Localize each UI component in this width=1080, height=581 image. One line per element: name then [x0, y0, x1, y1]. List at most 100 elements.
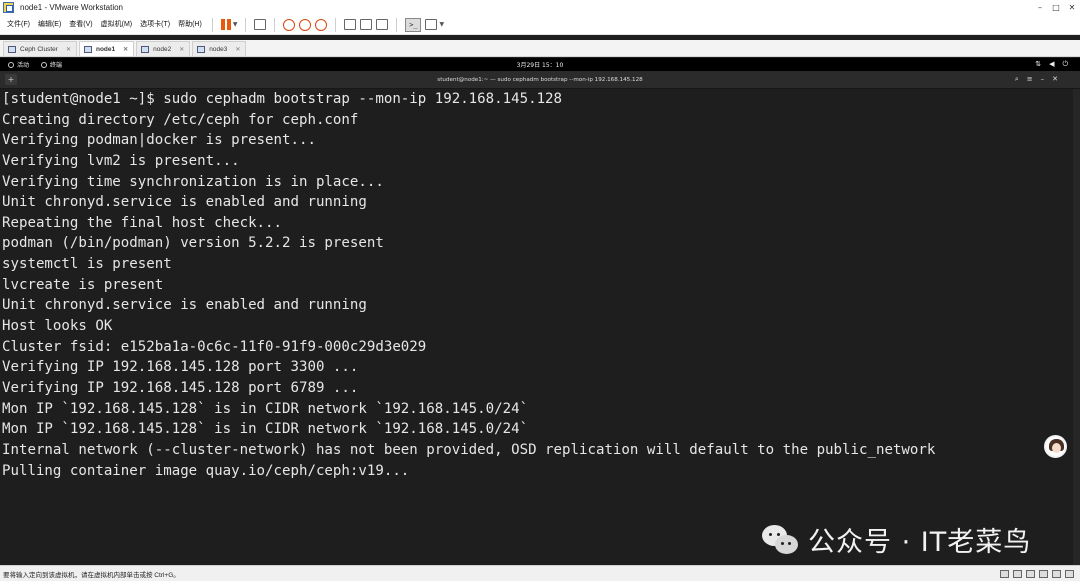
vm-icon [197, 45, 206, 53]
terminal-line: Unit chronyd.service is enabled and runn… [2, 194, 367, 211]
display-icon[interactable] [1065, 569, 1074, 578]
watermark-text: 公众号 · IT老菜鸟 [808, 527, 1032, 558]
clock[interactable]: 3月29日 15：10 [0, 60, 1080, 69]
activities-icon [8, 61, 14, 68]
terminal-app-icon [41, 61, 48, 68]
menu-edit[interactable]: 编辑(E) [34, 15, 65, 35]
terminal-close-button[interactable]: ✕ [1052, 75, 1058, 84]
vmware-app-icon [3, 2, 14, 13]
tabs-view-button[interactable] [376, 17, 389, 33]
volume-icon[interactable]: ◀ [1049, 60, 1054, 69]
menu-view[interactable]: 查看(V) [65, 15, 96, 35]
menu-icon[interactable]: ≡ [1027, 75, 1033, 84]
gnome-top-bar: 活动 终端 3月29日 15：10 ⇅ ◀ ⏻ [0, 58, 1080, 71]
snapshot-icon [283, 18, 296, 31]
menu-help[interactable]: 帮助(H) [174, 15, 206, 35]
wechat-watermark: 公众号 · IT老菜鸟 [762, 520, 1031, 559]
vm-tab-bar: Ceph Cluster ✕ node1 ✕ node2 ✕ node3 ✕ [0, 40, 1080, 57]
terminal-line: [student@node1 ~]$ sudo cephadm bootstra… [2, 91, 563, 107]
snapshot-button[interactable] [283, 17, 296, 33]
activities-label: 活动 [17, 62, 30, 69]
menu-bar: 文件(F) 编辑(E) 查看(V) 虚拟机(M) 选项卡(T) 帮助(H) ▼ … [0, 15, 1080, 35]
thumbnail-view-button[interactable] [360, 17, 373, 33]
revert-snapshot-icon [299, 18, 312, 31]
terminal-line: lvcreate is present [2, 276, 164, 293]
tab-label: node2 [153, 45, 172, 53]
search-icon[interactable]: ⌕ [1015, 75, 1019, 84]
snapshot-manager-button[interactable] [315, 17, 328, 33]
menu-tabs[interactable]: 选项卡(T) [136, 15, 174, 35]
tab-label: node1 [95, 45, 116, 53]
app-menu[interactable]: 终端 [41, 60, 62, 69]
wechat-icon [762, 523, 800, 557]
terminal-icon: >_ [405, 17, 422, 32]
terminal-headerbar: + student@node1:~ — sudo cephadm bootstr… [0, 71, 1080, 89]
send-ctrl-alt-del-button[interactable] [254, 17, 267, 33]
terminal-line: Verifying podman|docker is present... [2, 132, 316, 149]
terminal-line: Verifying IP 192.168.145.128 port 3300 .… [2, 359, 359, 376]
close-button[interactable]: ✕ [1064, 0, 1080, 15]
keyboard-icon [254, 19, 267, 30]
terminal-scrollbar[interactable] [1073, 89, 1080, 565]
app-menu-label: 终端 [50, 62, 63, 69]
thumbnail-icon [360, 19, 373, 30]
terminal-line: Unit chronyd.service is enabled and runn… [2, 297, 367, 314]
fullscreen-button[interactable]: ▼ [425, 17, 444, 33]
floating-avatar[interactable] [1044, 435, 1067, 458]
tab-label: Ceph Cluster [20, 45, 58, 53]
cdrom-icon[interactable] [1013, 569, 1022, 578]
toolbar-separator [396, 17, 398, 32]
terminal-line: Repeating the final host check... [2, 214, 283, 231]
window-controls: – □ ✕ [1032, 0, 1080, 15]
hdd-icon[interactable] [1000, 569, 1009, 578]
terminal-line: Pulling container image quay.io/ceph/cep… [2, 462, 410, 479]
terminal-line: Verifying IP 192.168.145.128 port 6789 .… [2, 379, 359, 396]
terminal-line: Internal network (--cluster-network) has… [2, 441, 936, 458]
terminal-minimize-button[interactable]: – [1041, 75, 1045, 84]
terminal-line: Creating directory /etc/ceph for ceph.co… [2, 111, 359, 128]
status-bar: 要将输入定向到该虚拟机，请在虚拟机内部单击或按 Ctrl+G。 [0, 565, 1080, 581]
maximize-button[interactable]: □ [1048, 0, 1064, 15]
toolbar-separator [274, 17, 276, 32]
close-icon[interactable]: ✕ [123, 46, 128, 53]
toolbar-separator [335, 17, 337, 32]
console-view-button[interactable]: >_ [405, 17, 422, 33]
toolbar-separator [245, 17, 247, 32]
suspend-button[interactable]: ▼ [220, 17, 237, 33]
activities-button[interactable]: 活动 [8, 60, 29, 69]
network-adapter-icon[interactable] [1026, 569, 1035, 578]
terminal-line: Mon IP `192.168.145.128` is in CIDR netw… [2, 400, 529, 417]
vm-icon [83, 45, 92, 53]
close-icon[interactable]: ✕ [66, 46, 71, 53]
avatar-face [1052, 443, 1061, 453]
close-icon[interactable]: ✕ [179, 46, 184, 53]
tab-node3[interactable]: node3 ✕ [192, 41, 247, 56]
network-icon[interactable]: ⇅ [1035, 60, 1041, 69]
tabs-icon [376, 19, 389, 30]
menu-file[interactable]: 文件(F) [0, 15, 34, 35]
toolbar-separator [211, 17, 213, 32]
vm-group-icon [8, 45, 16, 53]
minimize-button[interactable]: – [1032, 0, 1048, 15]
tab-node2[interactable]: node2 ✕ [136, 41, 191, 56]
new-tab-button[interactable]: + [5, 74, 17, 85]
pause-icon [220, 19, 231, 30]
tab-node1[interactable]: node1 ✕ [78, 41, 135, 56]
tab-ceph-cluster[interactable]: Ceph Cluster ✕ [3, 41, 77, 56]
power-icon[interactable]: ⏻ [1062, 60, 1068, 69]
vm-icon [141, 45, 150, 53]
library-view-button[interactable] [344, 17, 357, 33]
terminal-line: systemctl is present [2, 256, 172, 273]
menu-vm[interactable]: 虚拟机(M) [97, 15, 137, 35]
revert-snapshot-button[interactable] [299, 17, 312, 33]
snapshot-manager-icon [315, 18, 328, 31]
terminal-title: student@node1:~ — sudo cephadm bootstrap… [437, 76, 643, 83]
chevron-down-icon: ▼ [439, 21, 445, 28]
sound-icon[interactable] [1052, 569, 1061, 578]
close-icon[interactable]: ✕ [235, 46, 240, 53]
usb-icon[interactable] [1039, 569, 1048, 578]
window-titlebar: node1 - VMware Workstation – □ ✕ [0, 0, 1080, 15]
terminal-line: Verifying lvm2 is present... [2, 152, 240, 169]
terminal-line: Host looks OK [2, 318, 113, 335]
terminal-output[interactable]: [student@node1 ~]$ sudo cephadm bootstra… [0, 89, 1073, 565]
